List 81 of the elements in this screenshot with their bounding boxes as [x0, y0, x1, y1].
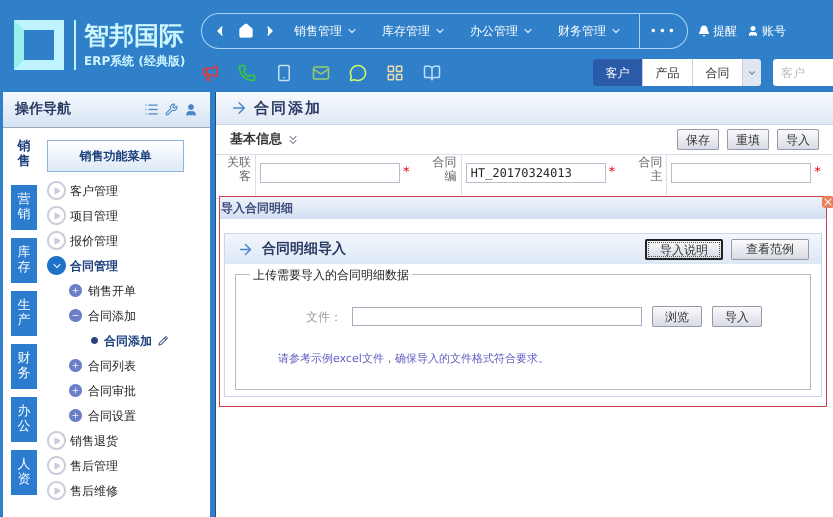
chat-icon[interactable] — [349, 64, 367, 82]
hint-text: 请参考示例excel文件，确保导入的文件格式符合要求。 — [278, 351, 550, 367]
nav-menu[interactable]: 库存管理 — [382, 22, 430, 40]
field-label: 合同主 — [638, 155, 662, 183]
header-link[interactable]: 账号 — [762, 22, 786, 40]
toolbar-button[interactable]: 保存 — [677, 129, 719, 150]
tree-item[interactable]: 合同审批 — [88, 382, 136, 400]
book-icon[interactable] — [423, 64, 441, 82]
side-tab[interactable]: 营销 — [11, 185, 37, 230]
tree-item[interactable]: 合同添加 — [104, 332, 152, 350]
plus-icon[interactable] — [69, 384, 82, 397]
page-title: 合同添加 — [254, 98, 322, 119]
import-button[interactable]: 导入 — [712, 306, 762, 327]
tree-item[interactable]: 报价管理 — [70, 232, 118, 250]
user-icon[interactable] — [747, 25, 759, 37]
logo-title: 智邦国际 — [84, 20, 185, 52]
phone-icon[interactable] — [238, 64, 256, 82]
search-tab[interactable]: 客户 — [593, 59, 643, 86]
edit-icon — [158, 336, 168, 346]
tree-item[interactable]: 销售退货 — [70, 432, 118, 450]
side-tab[interactable]: 办公 — [11, 397, 37, 442]
tree-item[interactable]: 售后维修 — [70, 482, 118, 500]
menu-title: 销售功能菜单 — [47, 140, 184, 172]
settings-icon[interactable] — [165, 103, 178, 116]
field-label: 合同编 — [432, 155, 457, 183]
tree-item[interactable]: 合同添加 — [88, 306, 136, 324]
nav-menu[interactable]: 销售管理 — [294, 22, 342, 40]
section-title: 基本信息 — [230, 130, 282, 149]
group-title: 上传需要导入的合同明细数据 — [250, 266, 412, 284]
side-tab[interactable]: 生产 — [11, 291, 37, 336]
text-field[interactable] — [260, 163, 400, 183]
search-tab[interactable]: 产品 — [643, 59, 693, 86]
side-tab[interactable]: 人资 — [11, 450, 37, 495]
user-icon[interactable] — [184, 102, 198, 116]
tree-item[interactable]: 合同设置 — [88, 406, 136, 424]
browse-button[interactable]: 浏览 — [652, 306, 702, 327]
logo-subtitle: ERP系统 (经典版) — [84, 53, 186, 70]
panel-title: 合同明细导入 — [262, 240, 346, 258]
arrow-icon — [230, 99, 248, 117]
mobile-phone-icon[interactable] — [275, 64, 293, 82]
search-field[interactable]: 客户 — [773, 59, 833, 86]
text-field[interactable]: HT_20170324013 — [466, 163, 606, 183]
nav-menu[interactable]: 办公管理 — [470, 22, 518, 40]
dialog-title: 导入合同明细 — [221, 200, 293, 217]
plus-icon[interactable] — [69, 409, 82, 422]
tree-item[interactable]: 项目管理 — [70, 206, 118, 224]
side-tab[interactable]: 财务 — [11, 344, 37, 389]
field-label: 关联客 — [227, 155, 251, 183]
file-label: 文件： — [305, 308, 342, 326]
more-button[interactable]: ••• — [638, 14, 687, 48]
dialog-button[interactable]: 导入说明 — [645, 238, 723, 260]
required-mark: * — [403, 164, 410, 182]
grid-icon[interactable] — [386, 64, 404, 82]
home-icon[interactable] — [238, 23, 254, 39]
plus-icon[interactable] — [69, 359, 82, 372]
search-tab[interactable]: 合同 — [693, 59, 743, 86]
tree-item[interactable]: 合同管理 — [70, 256, 118, 274]
required-mark: * — [608, 164, 616, 182]
minus-icon[interactable] — [69, 309, 82, 322]
sidebar-title: 操作导航 — [15, 100, 72, 119]
toolbar-button[interactable]: 重填 — [727, 129, 769, 150]
tree-item[interactable]: 销售开单 — [88, 282, 136, 300]
required-mark: * — [814, 164, 821, 182]
text-field[interactable] — [671, 163, 812, 183]
plus-icon[interactable] — [69, 284, 82, 297]
toolbar-button[interactable]: 导入 — [777, 129, 819, 150]
tree-item[interactable]: 合同列表 — [88, 356, 136, 374]
bell-icon[interactable] — [698, 25, 710, 37]
dialog-button[interactable]: 查看范例 — [731, 238, 809, 260]
logo-icon — [14, 20, 64, 70]
side-tab[interactable]: 库存 — [11, 238, 37, 283]
collapse-icon[interactable] — [47, 256, 66, 275]
tree-item[interactable]: 客户管理 — [70, 182, 118, 200]
tree-item[interactable]: 售后管理 — [70, 456, 118, 474]
bullet-icon — [91, 337, 98, 344]
nav-menu[interactable]: 财务管理 — [558, 22, 606, 40]
list-icon[interactable] — [144, 102, 159, 117]
file-field[interactable] — [352, 307, 642, 326]
mail-icon[interactable] — [312, 64, 330, 82]
header-link[interactable]: 提醒 — [713, 22, 737, 40]
close-icon[interactable] — [822, 196, 833, 208]
